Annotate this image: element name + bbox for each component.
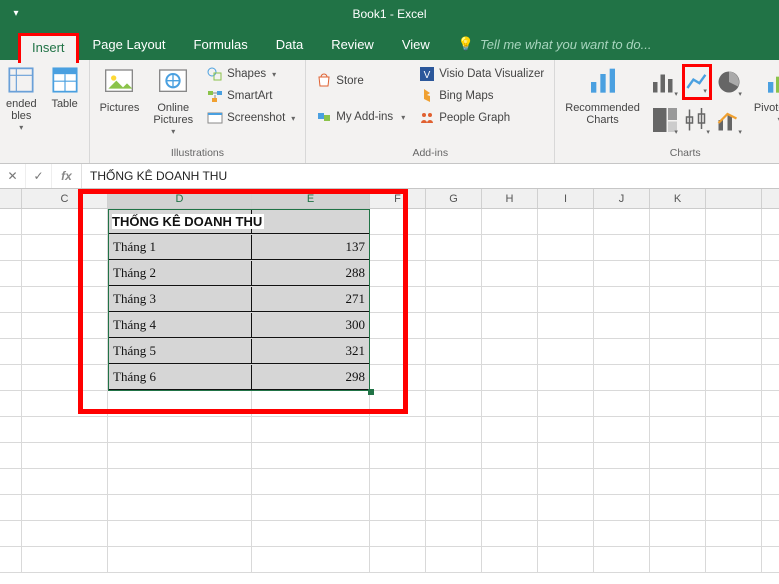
col-header[interactable]: I [538,189,594,208]
col-header[interactable]: D [108,189,252,208]
screenshot-button[interactable]: Screenshot▾ [203,108,299,128]
bing-maps-button[interactable]: Bing Maps [415,86,548,106]
people-graph-icon [419,110,435,126]
qat-customize-icon[interactable]: ▾ [6,4,26,22]
shapes-icon [207,66,223,82]
cancel-entry-icon[interactable]: ✕ [0,164,26,188]
pivot-table-icon [7,66,35,94]
bing-icon [419,88,435,104]
line-chart-button[interactable]: ▾ [682,64,712,100]
spreadsheet-grid[interactable]: C D E F G H I J K THỐNG KÊ DOANH THU Thá… [0,189,779,584]
smartart-button[interactable]: SmartArt [203,86,299,106]
table-button[interactable]: Table [47,64,83,112]
table-cell-label[interactable]: Tháng 6 [108,365,252,390]
tell-me-placeholder: Tell me what you want to do... [480,37,652,52]
recommended-charts-button[interactable]: Recommended Charts [561,64,644,128]
workbook-title: Book1 - Excel [352,7,426,21]
column-chart-button[interactable]: ▾ [650,64,680,100]
formula-bar: ✕ ✓ fx THỐNG KÊ DOANH THU [0,164,779,189]
online-pictures-icon [157,66,189,98]
people-graph-button[interactable]: People Graph [415,108,548,128]
pivot-chart-icon [764,66,779,98]
screenshot-icon [207,110,223,126]
table-cell-label[interactable]: Tháng 3 [108,287,252,312]
tell-me-search[interactable]: 💡 Tell me what you want to do... [444,29,666,60]
fx-icon[interactable]: fx [52,164,82,188]
visio-visualizer-button[interactable]: V Visio Data Visualizer [415,64,548,84]
table-cell-value[interactable]: 321 [252,339,370,364]
table-icon [51,66,79,94]
col-header[interactable]: G [426,189,482,208]
table-cell-label[interactable]: Tháng 1 [108,235,252,260]
bulb-icon: 💡 [458,36,474,52]
col-header[interactable]: E [252,189,370,208]
group-charts-label: Charts◢ [561,144,779,161]
enter-entry-icon[interactable]: ✓ [26,164,52,188]
combo-chart-button[interactable]: ▾ [714,102,744,138]
table-cell-value[interactable]: 288 [252,261,370,286]
col-stub[interactable] [0,189,22,208]
col-header[interactable]: K [650,189,706,208]
pivot-chart-button[interactable]: PivotChart ▾ [750,64,779,127]
smartart-icon [207,88,223,104]
col-header[interactable]: H [482,189,538,208]
table-cell-value[interactable]: 271 [252,287,370,312]
col-header[interactable] [706,189,762,208]
tab-formulas[interactable]: Formulas [180,30,262,60]
table-cell-label[interactable]: Tháng 2 [108,261,252,286]
ribbon: ended bles ▾ Table Pictures [0,60,779,164]
treemap-chart-button[interactable]: ▾ [650,102,680,138]
table-cell-value[interactable]: 300 [252,313,370,338]
selection-fill-handle[interactable] [368,389,374,395]
shapes-button[interactable]: Shapes▾ [203,64,299,84]
my-addins-button[interactable]: My Add-ins▾ [312,107,409,127]
table-cell-label[interactable]: Tháng 5 [108,339,252,364]
store-icon [316,73,332,89]
online-pictures-button[interactable]: Online Pictures ▾ [149,64,197,139]
table-title-cell[interactable]: THỐNG KÊ DOANH THU [108,209,252,234]
ribbon-tabs: Insert Page Layout Formulas Data Review … [0,28,779,60]
table-cell-value[interactable]: 298 [252,365,370,390]
table-cell-label[interactable]: Tháng 4 [108,313,252,338]
addins-icon [316,109,332,125]
col-header[interactable]: F [370,189,426,208]
pie-chart-button[interactable]: ▾ [714,64,744,100]
svg-text:V: V [424,70,431,81]
tab-data[interactable]: Data [262,30,317,60]
formula-input[interactable]: THỐNG KÊ DOANH THU [82,164,779,188]
group-illustrations-label: Illustrations [96,144,300,161]
group-addins-label: Add-ins [312,144,548,161]
tab-review[interactable]: Review [317,30,388,60]
tab-view[interactable]: View [388,30,444,60]
title-bar: ▾ Book1 - Excel [0,0,779,28]
statistic-chart-button[interactable]: ▾ [682,102,712,138]
tab-insert[interactable]: Insert [18,33,79,63]
pictures-icon [103,66,135,98]
col-header[interactable]: J [594,189,650,208]
col-header[interactable]: C [22,189,108,208]
pictures-button[interactable]: Pictures [96,64,144,116]
store-button[interactable]: Store [312,71,409,91]
table-cell-value[interactable]: 137 [252,235,370,260]
tab-page-layout[interactable]: Page Layout [79,30,180,60]
visio-icon: V [419,66,435,82]
recommended-charts-icon [587,66,619,98]
recommended-pivot-button[interactable]: ended bles ▾ [2,64,41,135]
column-headers: C D E F G H I J K [0,189,779,209]
